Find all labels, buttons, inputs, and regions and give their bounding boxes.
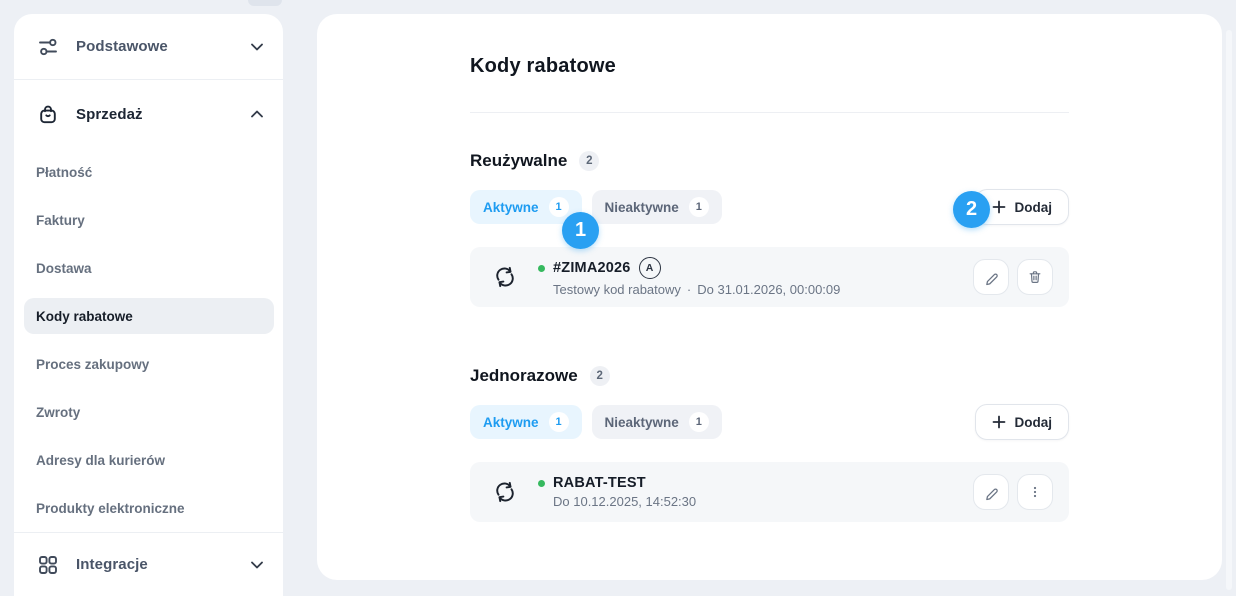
tab-nieaktywne[interactable]: Nieaktywne 1 (592, 405, 722, 439)
grid-icon (36, 553, 60, 577)
sidebar-item-label: Proces zakupowy (36, 357, 149, 372)
sidebar-item-faktury[interactable]: Faktury (14, 196, 283, 244)
sidebar-item-label: Adresy dla kurierów (36, 453, 165, 468)
plus-icon (992, 200, 1006, 214)
sidebar-item-kody-rabatowe[interactable]: Kody rabatowe (24, 292, 274, 340)
status-tabs: Aktywne 1 Nieaktywne 1 (470, 190, 722, 224)
edit-icon (983, 269, 1000, 286)
discount-codes-panel: Kody rabatowe Reużywalne 2 Aktywne 1 Nie… (317, 14, 1222, 580)
tab-count-badge: 1 (549, 412, 569, 432)
chevron-down-icon (251, 561, 263, 569)
sidebar-group-label: Integracje (76, 556, 148, 573)
settings-sidebar: Podstawowe Sprzedaż Płatność Faktury Dos… (14, 14, 283, 596)
delete-button[interactable] (1017, 259, 1053, 295)
tab-label: Aktywne (483, 200, 539, 215)
sidebar-item-dostawa[interactable]: Dostawa (14, 244, 283, 292)
row-subtext: Do 10.12.2025, 14:52:30 (553, 494, 696, 509)
sidebar-item-label: Faktury (36, 213, 85, 228)
trash-icon (1027, 269, 1043, 285)
sidebar-item-label: Płatność (36, 165, 92, 180)
sidebar-items-sprzedaz: Płatność Faktury Dostawa Kody rabatowe P… (14, 148, 283, 532)
section-heading-jednorazowe: Jednorazowe 2 (470, 366, 1069, 386)
code-description: Testowy kod rabatowy (553, 282, 681, 297)
status-active-dot (538, 265, 545, 272)
status-active-dot (538, 480, 545, 487)
sliders-icon (36, 35, 60, 59)
dot-separator: · (687, 282, 691, 297)
scrollbar[interactable] (1226, 30, 1232, 590)
more-options-button[interactable] (1017, 474, 1053, 510)
annotation-step-1: 1 (562, 212, 599, 249)
status-tabs: Aktywne 1 Nieaktywne 1 (470, 405, 722, 439)
tab-count-badge: 1 (689, 197, 709, 217)
tab-count-badge: 1 (549, 197, 569, 217)
annotation-step-2: 2 (953, 191, 990, 228)
edit-button[interactable] (973, 474, 1009, 510)
row-actions (973, 259, 1053, 295)
section-count-badge: 2 (590, 366, 610, 386)
kebab-icon (1027, 484, 1043, 500)
section-title: Reużywalne (470, 151, 567, 171)
add-button-label: Dodaj (1014, 200, 1052, 215)
code-expiry: Do 31.01.2026, 00:00:09 (697, 282, 840, 297)
section-heading-reuzywalne: Reużywalne 2 (470, 151, 1069, 171)
chevron-down-icon (251, 43, 263, 51)
tab-count-badge: 1 (689, 412, 709, 432)
sidebar-item-proces-zakupowy[interactable]: Proces zakupowy (14, 340, 283, 388)
active-item-pill: Kody rabatowe (24, 298, 274, 334)
edit-icon (983, 484, 1000, 501)
divider (470, 112, 1069, 113)
tab-label: Aktywne (483, 415, 539, 430)
plus-icon (992, 415, 1006, 429)
sidebar-group-label: Sprzedaż (76, 106, 143, 123)
sidebar-item-adresy-dla-kurierow[interactable]: Adresy dla kurierów (14, 436, 283, 484)
sidebar-group-label: Podstawowe (76, 38, 168, 55)
tabs-row: Aktywne 1 Nieaktywne 1 Dodaj (470, 404, 1069, 440)
discount-code-name: RABAT-TEST (553, 475, 646, 491)
sidebar-item-label: Zwroty (36, 405, 80, 420)
sidebar-group-integracje[interactable]: Integracje (14, 532, 283, 596)
discount-code-row: RABAT-TEST Do 10.12.2025, 14:52:30 (470, 462, 1069, 522)
repeat-icon (492, 479, 518, 505)
tab-label: Nieaktywne (605, 415, 679, 430)
sidebar-item-label: Kody rabatowe (36, 309, 133, 324)
sidebar-item-produkty-elektroniczne[interactable]: Produkty elektroniczne (14, 484, 283, 532)
repeat-icon (492, 264, 518, 290)
sidebar-item-label: Produkty elektroniczne (36, 501, 185, 516)
sidebar-item-platnosc[interactable]: Płatność (14, 148, 283, 196)
add-button-label: Dodaj (1014, 415, 1052, 430)
code-type-badge: A (639, 257, 661, 279)
tab-nieaktywne[interactable]: Nieaktywne 1 (592, 190, 722, 224)
row-subtext: Testowy kod rabatowy · Do 31.01.2026, 00… (553, 282, 840, 297)
add-code-button[interactable]: Dodaj (975, 404, 1069, 440)
sidebar-group-podstawowe[interactable]: Podstawowe (14, 14, 283, 80)
sidebar-item-label: Dostawa (36, 261, 92, 276)
section-count-badge: 2 (579, 151, 599, 171)
discount-code-row: #ZIMA2026 A Testowy kod rabatowy · Do 31… (470, 247, 1069, 307)
chevron-up-icon (251, 110, 263, 118)
row-actions (973, 474, 1053, 510)
row-main: RABAT-TEST Do 10.12.2025, 14:52:30 (538, 475, 696, 509)
sidebar-item-zwroty[interactable]: Zwroty (14, 388, 283, 436)
tab-aktywne[interactable]: Aktywne 1 (470, 405, 582, 439)
page-title: Kody rabatowe (470, 14, 1069, 78)
discount-code-name: #ZIMA2026 (553, 260, 631, 276)
cutoff-top-element (248, 0, 282, 6)
sidebar-group-sprzedaz[interactable]: Sprzedaż (14, 80, 283, 148)
code-expiry: Do 10.12.2025, 14:52:30 (553, 494, 696, 509)
section-title: Jednorazowe (470, 366, 578, 386)
edit-button[interactable] (973, 259, 1009, 295)
bag-icon (36, 102, 60, 126)
tab-label: Nieaktywne (605, 200, 679, 215)
row-main: #ZIMA2026 A Testowy kod rabatowy · Do 31… (538, 257, 840, 297)
